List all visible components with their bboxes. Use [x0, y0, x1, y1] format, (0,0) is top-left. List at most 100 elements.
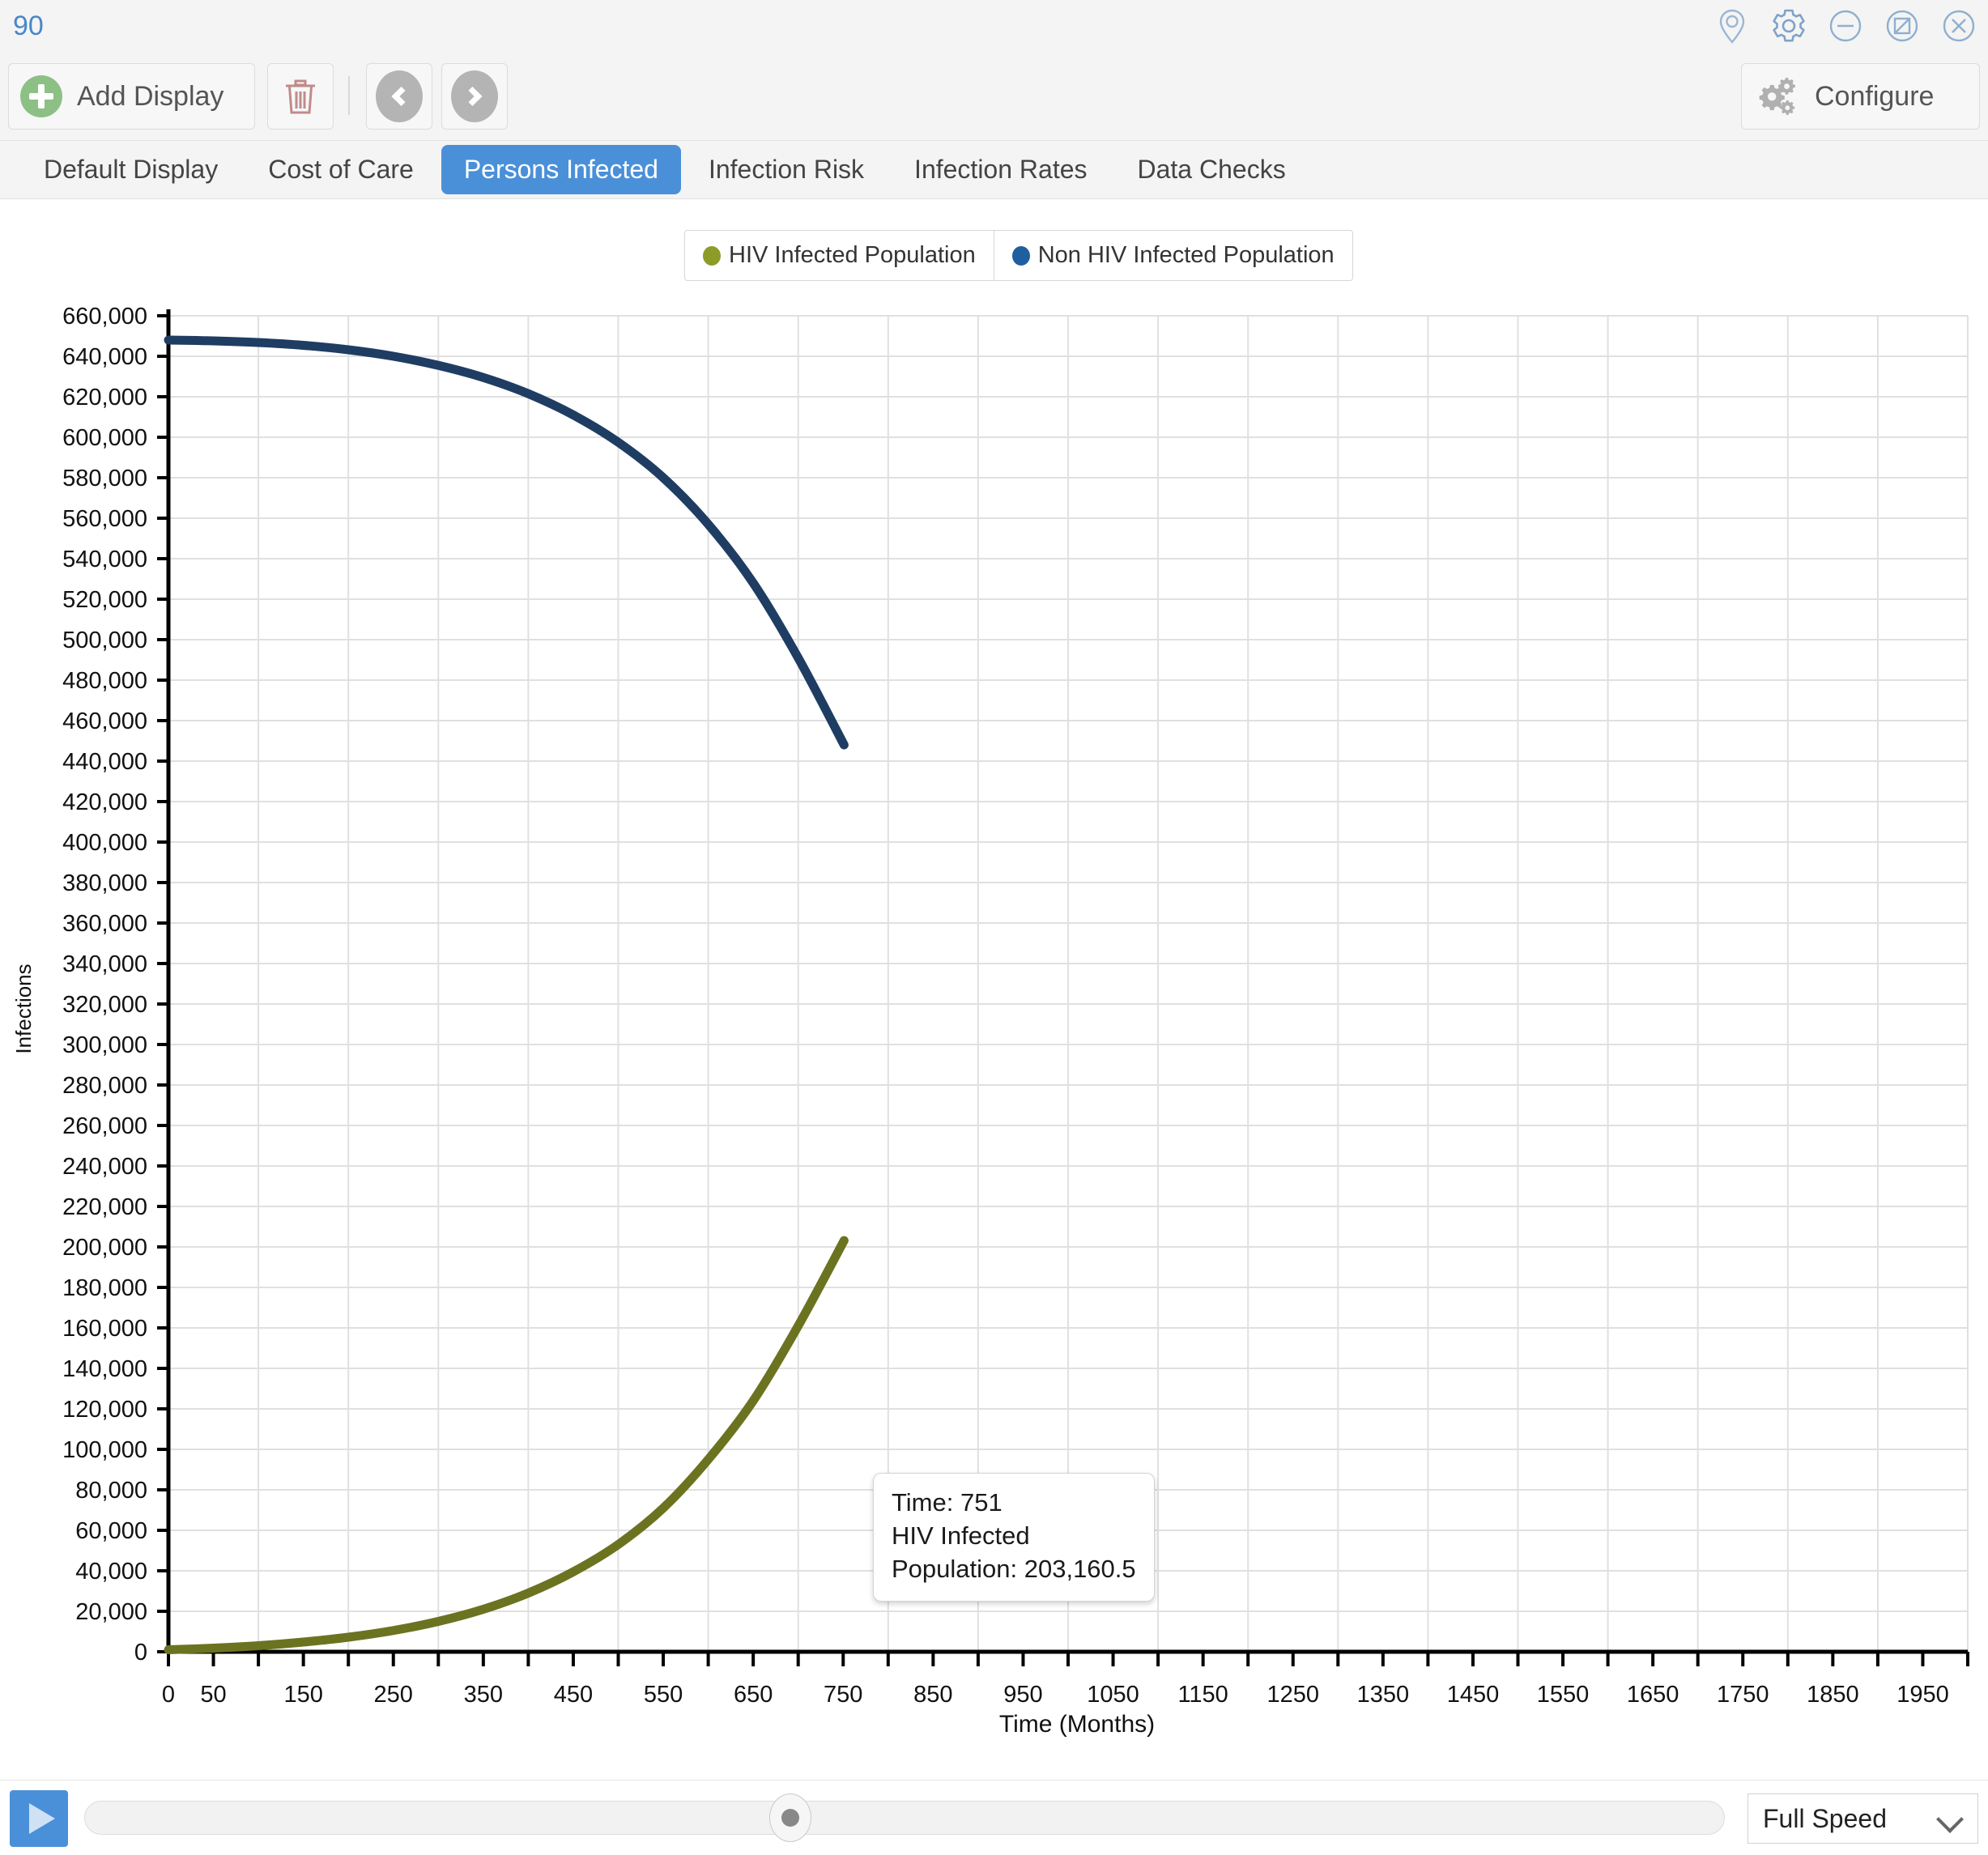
configure-button[interactable]: Configure: [1741, 63, 1980, 130]
svg-text:250: 250: [374, 1682, 413, 1708]
svg-text:300,000: 300,000: [62, 1032, 147, 1058]
y-axis-title: Infections: [11, 964, 36, 1053]
gear-icon[interactable]: [1769, 6, 1808, 45]
gears-icon: [1759, 78, 1795, 115]
svg-text:50: 50: [200, 1682, 226, 1708]
speed-select[interactable]: Full Speed: [1747, 1793, 1978, 1844]
time-slider-track[interactable]: [84, 1793, 1725, 1842]
svg-text:160,000: 160,000: [62, 1316, 147, 1342]
svg-text:240,000: 240,000: [62, 1154, 147, 1180]
svg-text:360,000: 360,000: [62, 911, 147, 937]
restore-disabled-icon[interactable]: [1883, 6, 1922, 45]
chart-gridlines: [168, 315, 1969, 1653]
svg-text:280,000: 280,000: [62, 1073, 147, 1099]
play-button[interactable]: [10, 1790, 68, 1847]
svg-text:1250: 1250: [1266, 1682, 1319, 1708]
chevron-right-icon: [451, 70, 498, 122]
playback-bar: Full Speed: [0, 1780, 1988, 1855]
svg-text:380,000: 380,000: [62, 870, 147, 896]
window-number: 90: [13, 10, 44, 41]
svg-text:140,000: 140,000: [62, 1356, 147, 1382]
chart-tooltip: Time: 751 HIV Infected Population: 203,1…: [873, 1473, 1155, 1602]
svg-text:1450: 1450: [1447, 1682, 1500, 1708]
add-display-label: Add Display: [77, 80, 224, 112]
svg-text:40,000: 40,000: [75, 1559, 147, 1585]
svg-text:650: 650: [734, 1682, 773, 1708]
configure-label: Configure: [1815, 80, 1935, 112]
svg-text:1050: 1050: [1087, 1682, 1139, 1708]
tab-data-checks[interactable]: Data Checks: [1115, 145, 1309, 194]
tab-persons-infected[interactable]: Persons Infected: [441, 145, 681, 194]
svg-text:80,000: 80,000: [75, 1478, 147, 1504]
svg-text:120,000: 120,000: [62, 1397, 147, 1423]
tooltip-value: Population: 203,160.5: [892, 1554, 1136, 1583]
svg-text:340,000: 340,000: [62, 951, 147, 977]
svg-text:950: 950: [1003, 1682, 1042, 1708]
svg-text:550: 550: [644, 1682, 683, 1708]
svg-text:1150: 1150: [1177, 1682, 1228, 1708]
svg-text:220,000: 220,000: [62, 1194, 147, 1220]
svg-text:640,000: 640,000: [62, 344, 147, 370]
trash-icon: [286, 79, 315, 114]
tab-default-display[interactable]: Default Display: [21, 145, 241, 194]
svg-text:600,000: 600,000: [62, 425, 147, 451]
svg-text:260,000: 260,000: [62, 1113, 147, 1139]
window-title-bar: 90: [0, 0, 1988, 52]
main-toolbar: Add Display Configure: [0, 52, 1988, 141]
next-display-button[interactable]: [441, 63, 508, 130]
minimize-icon[interactable]: [1826, 6, 1865, 45]
tab-infection-rates[interactable]: Infection Rates: [892, 145, 1109, 194]
svg-text:460,000: 460,000: [62, 708, 147, 734]
svg-text:520,000: 520,000: [62, 587, 147, 613]
svg-text:500,000: 500,000: [62, 628, 147, 653]
svg-text:1550: 1550: [1537, 1682, 1590, 1708]
chevron-down-icon: [1936, 1806, 1964, 1833]
chart-series-lines: [164, 335, 849, 1654]
svg-text:1650: 1650: [1627, 1682, 1679, 1708]
svg-text:540,000: 540,000: [62, 547, 147, 572]
svg-text:580,000: 580,000: [62, 466, 147, 491]
tooltip-time: Time: 751: [892, 1488, 1003, 1517]
svg-text:420,000: 420,000: [62, 789, 147, 815]
series-line-hiv: [164, 1236, 849, 1654]
toolbar-separator: [348, 76, 350, 115]
y-axis-tick-labels: 0 20,000 40,000 60,000 80,000 100,000 120,000 1…: [62, 304, 147, 1666]
svg-text:320,000: 320,000: [62, 992, 147, 1018]
time-slider-thumb[interactable]: [769, 1793, 811, 1842]
x-axis-tick-labels: 0 50 150 250 350 450 550 650 750 850 950 1050 1150 12…: [162, 1682, 1949, 1708]
location-pin-icon[interactable]: [1713, 6, 1752, 45]
svg-text:440,000: 440,000: [62, 749, 147, 775]
svg-text:100,000: 100,000: [62, 1437, 147, 1463]
add-display-button[interactable]: Add Display: [8, 63, 255, 130]
svg-text:1950: 1950: [1896, 1682, 1949, 1708]
svg-text:1750: 1750: [1717, 1682, 1769, 1708]
svg-text:200,000: 200,000: [62, 1235, 147, 1261]
close-icon[interactable]: [1939, 6, 1978, 45]
play-icon: [29, 1803, 55, 1834]
plus-circle-icon: [20, 75, 62, 117]
window-controls: [1713, 0, 1978, 52]
svg-text:480,000: 480,000: [62, 668, 147, 694]
speed-select-value: Full Speed: [1763, 1803, 1887, 1833]
chevron-left-icon: [376, 70, 423, 122]
svg-text:450: 450: [554, 1682, 593, 1708]
svg-text:1350: 1350: [1357, 1682, 1410, 1708]
svg-text:60,000: 60,000: [75, 1518, 147, 1544]
svg-text:850: 850: [913, 1682, 952, 1708]
svg-text:620,000: 620,000: [62, 385, 147, 411]
svg-text:660,000: 660,000: [62, 304, 147, 330]
previous-display-button[interactable]: [366, 63, 432, 130]
svg-text:0: 0: [162, 1682, 175, 1708]
svg-text:750: 750: [824, 1682, 862, 1708]
tab-cost-of-care[interactable]: Cost of Care: [245, 145, 436, 194]
display-tab-bar: Default Display Cost of Care Persons Inf…: [0, 141, 1988, 199]
chart-container: HIV Infected Population Non HIV Infected…: [0, 199, 1988, 1750]
tab-infection-risk[interactable]: Infection Risk: [686, 145, 887, 194]
svg-text:560,000: 560,000: [62, 506, 147, 532]
svg-text:1850: 1850: [1807, 1682, 1859, 1708]
svg-text:400,000: 400,000: [62, 830, 147, 856]
svg-text:350: 350: [464, 1682, 503, 1708]
x-axis-title: Time (Months): [999, 1711, 1155, 1738]
delete-display-button[interactable]: [267, 63, 334, 130]
svg-text:180,000: 180,000: [62, 1275, 147, 1301]
